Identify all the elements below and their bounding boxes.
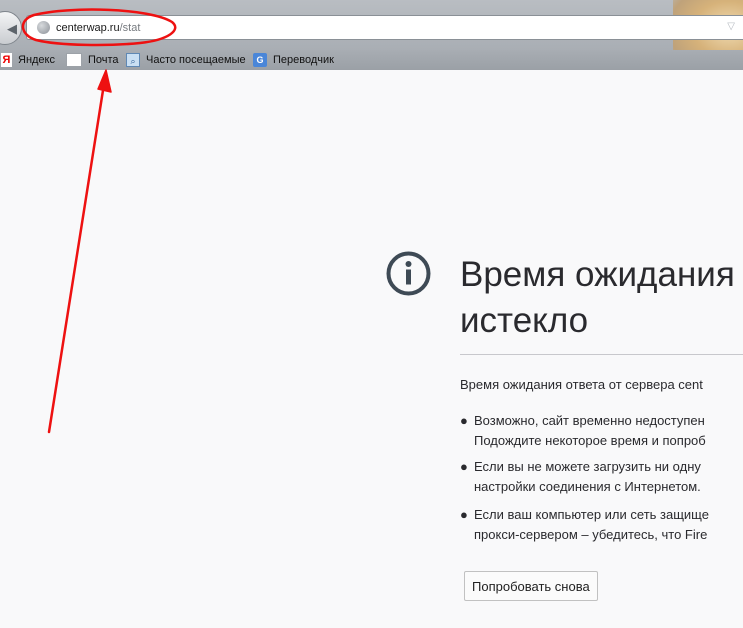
annotation-arrow-head — [97, 69, 112, 93]
bookmark-frequent[interactable]: ⌕ Часто посещаемые — [126, 52, 246, 68]
bookmark-label: Часто посещаемые — [146, 54, 246, 66]
address-bar[interactable]: centerwap.ru/stat ▽ — [26, 15, 743, 40]
bookmark-label: Почта — [88, 54, 119, 66]
bookmark-label: Яндекс — [18, 54, 55, 66]
back-button[interactable]: ◀ — [0, 11, 22, 45]
suggestion-item: ● Если вы не можете загрузить ни одну на… — [460, 457, 701, 497]
title-line-2: истекло — [460, 301, 589, 340]
bullet: ● — [460, 507, 468, 522]
suggestion-line: Подождите некоторое время и попроб — [474, 433, 706, 448]
try-again-button[interactable]: Попробовать снова — [464, 571, 598, 601]
navigation-toolbar: ◀ centerwap.ru/stat ▽ — [0, 0, 743, 50]
back-arrow-icon: ◀ — [7, 21, 17, 36]
suggestion-line: прокси-сервером – убедитесь, что Fire — [474, 527, 708, 542]
url-path: /stat — [119, 22, 141, 34]
title-divider — [460, 354, 743, 355]
yandex-icon: Я — [1, 53, 12, 67]
page-title: Время ожидания истекло — [460, 252, 735, 344]
bullet: ● — [460, 413, 468, 428]
suggestion-line: настройки соединения с Интернетом. — [474, 479, 701, 494]
bullet: ● — [460, 459, 468, 474]
suggestion-item: ● Возможно, сайт временно недоступен Под… — [460, 411, 706, 451]
error-page: Время ожидания истекло Время ожидания от… — [385, 250, 743, 620]
error-description: Время ожидания ответа от сервера cent — [460, 377, 703, 392]
suggestion-line: Если ваш компьютер или сеть защище — [474, 507, 709, 522]
suggestion-item: ● Если ваш компьютер или сеть защище про… — [460, 505, 709, 545]
title-line-1: Время ожидания — [460, 255, 735, 294]
bookmark-translate[interactable]: G Переводчик — [253, 52, 334, 68]
bookmark-mail[interactable]: Почта — [66, 52, 119, 68]
annotation-arrow-line — [47, 82, 106, 434]
url-text[interactable]: centerwap.ru/stat — [56, 21, 140, 35]
bookmark-label: Переводчик — [273, 54, 334, 66]
translate-icon: G — [253, 53, 267, 67]
info-icon — [386, 251, 431, 296]
browser-window: ◀ centerwap.ru/stat ▽ Я Яндекс Почта ⌕ Ч… — [0, 0, 743, 628]
globe-icon — [37, 21, 50, 34]
suggestion-line: Возможно, сайт временно недоступен — [474, 413, 705, 428]
frequent-sites-icon: ⌕ — [126, 53, 140, 67]
dropdown-arrow-icon[interactable]: ▽ — [727, 21, 735, 32]
bookmark-yandex[interactable]: Я Яндекс — [1, 52, 55, 68]
mail-icon — [66, 53, 82, 67]
bookmarks-toolbar: Я Яндекс Почта ⌕ Часто посещаемые G Пере… — [0, 50, 743, 70]
suggestion-line: Если вы не можете загрузить ни одну — [474, 459, 701, 474]
url-host: centerwap.ru — [56, 22, 120, 34]
